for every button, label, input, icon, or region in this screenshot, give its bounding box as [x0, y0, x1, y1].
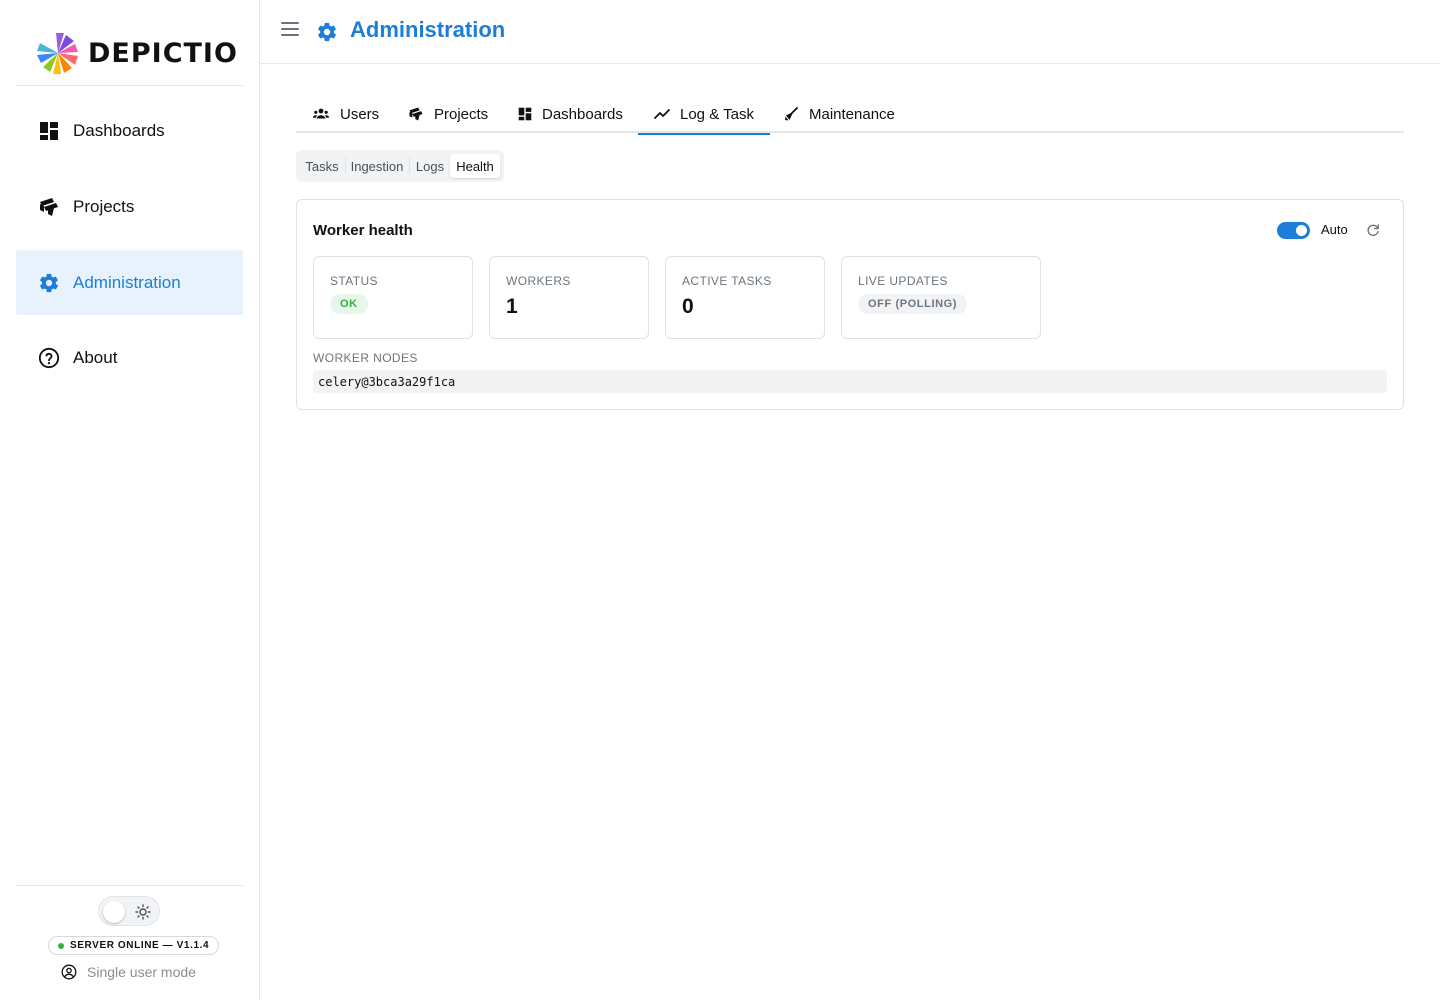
sidebar-item-projects[interactable]: Projects [16, 174, 243, 239]
app-logo[interactable]: DEPICTIO [36, 31, 238, 75]
user-circle-icon [61, 964, 77, 980]
stat-label: STATUS [330, 274, 378, 288]
question-circle-icon [37, 346, 61, 370]
dashboard-grid-icon [518, 107, 532, 121]
server-status-badge: SERVER ONLINE — V1.1.4 [48, 936, 220, 955]
auto-refresh-switch[interactable] [1277, 222, 1310, 239]
tab-label: Dashboards [542, 105, 623, 123]
tab-label: Projects [434, 105, 489, 123]
stat-value: 1 [506, 295, 518, 318]
projects-icon [37, 195, 61, 219]
worker-health-card: Worker health Auto STATUS OK WORKERS 1 A… [296, 199, 1404, 410]
sidebar-item-label: Projects [73, 196, 135, 216]
server-status-text: SERVER ONLINE — V1.1.4 [70, 940, 210, 951]
sidebar-item-about[interactable]: About [16, 325, 243, 390]
stat-label: ACTIVE TASKS [682, 274, 772, 288]
sidebar-divider [16, 885, 243, 886]
auto-refresh-label: Auto [1321, 222, 1348, 237]
switch-knob [1296, 225, 1307, 236]
status-badge: OK [330, 294, 368, 314]
sidebar: DEPICTIO Dashboards Projects Administrat… [0, 0, 260, 1000]
depictio-logo-icon [37, 33, 78, 74]
theme-toggle[interactable] [98, 896, 160, 926]
sidebar-item-label: About [73, 347, 118, 367]
log-task-segmented-control: Tasks Ingestion Logs Health [296, 150, 504, 182]
users-icon [312, 108, 330, 119]
segment-ingestion[interactable]: Ingestion [346, 154, 408, 178]
stat-value: 0 [682, 295, 694, 318]
theme-toggle-knob [103, 901, 125, 923]
sun-icon [135, 904, 151, 920]
user-mode: Single user mode [61, 964, 196, 980]
page-title: Administration [350, 17, 506, 42]
top-header: Administration [260, 0, 1440, 64]
tab-log-task[interactable]: Log & Task [638, 95, 770, 135]
menu-burger-icon[interactable] [281, 22, 299, 40]
tab-dashboards[interactable]: Dashboards [502, 95, 639, 133]
logo-text: DEPICTIO [88, 37, 238, 69]
segment-health[interactable]: Health [450, 154, 500, 178]
worker-nodes-label: WORKER NODES [313, 351, 418, 365]
refresh-icon[interactable] [1365, 222, 1381, 238]
user-mode-label: Single user mode [87, 964, 196, 980]
stat-active-tasks: ACTIVE TASKS 0 [665, 256, 825, 339]
worker-node-item: celery@3bca3a29f1ca [313, 370, 1387, 393]
sidebar-item-administration[interactable]: Administration [16, 250, 243, 315]
dashboard-grid-icon [37, 119, 61, 143]
sidebar-item-dashboards[interactable]: Dashboards [16, 98, 243, 163]
stat-label: WORKERS [506, 274, 571, 288]
tab-label: Log & Task [680, 105, 754, 123]
tab-users[interactable]: Users [296, 95, 395, 133]
gear-icon [37, 271, 61, 295]
sidebar-divider [16, 85, 243, 86]
stat-status: STATUS OK [313, 256, 473, 339]
sidebar-item-label: Administration [73, 272, 181, 292]
segment-logs[interactable]: Logs [410, 154, 450, 178]
admin-tabs: Users Projects Dashboards Log & Task Mai… [296, 95, 1404, 135]
live-updates-badge: OFF (POLLING) [858, 294, 968, 314]
stat-label: LIVE UPDATES [858, 274, 948, 288]
stat-live-updates: LIVE UPDATES OFF (POLLING) [841, 256, 1041, 339]
status-dot-icon [58, 942, 64, 949]
tab-projects[interactable]: Projects [392, 95, 504, 133]
sidebar-item-label: Dashboards [73, 120, 165, 140]
stat-workers: WORKERS 1 [489, 256, 649, 339]
tab-label: Maintenance [809, 105, 895, 123]
gear-icon [318, 22, 336, 42]
trend-line-icon [654, 109, 670, 119]
card-title: Worker health [313, 222, 413, 239]
tab-label: Users [340, 105, 380, 123]
segment-tasks[interactable]: Tasks [300, 154, 344, 178]
broom-icon [785, 107, 798, 121]
projects-icon [409, 107, 423, 121]
tab-maintenance[interactable]: Maintenance [767, 95, 911, 133]
